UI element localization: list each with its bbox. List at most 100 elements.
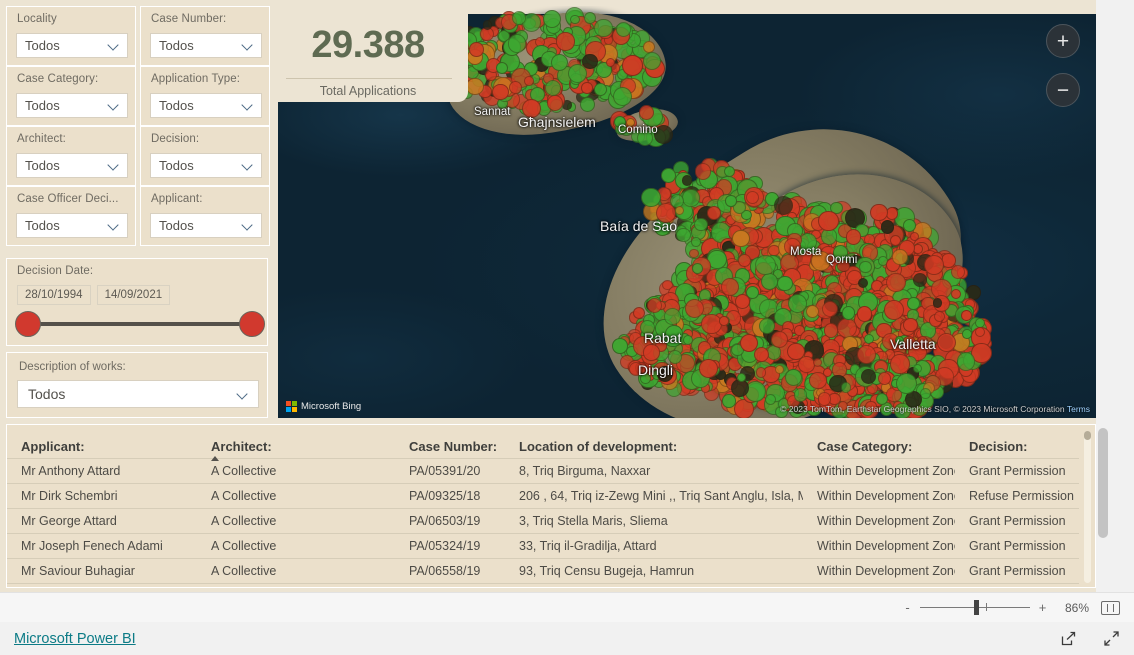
table-row[interactable]: Mr Dirk Schembri A Collective PA/09325/18 2… xyxy=(7,483,1079,509)
map-bubble xyxy=(818,210,839,231)
table-cell: Grant Permission xyxy=(955,558,1079,584)
column-header[interactable]: Architect: xyxy=(197,425,395,461)
table-cell: Mr Dirk Schembri xyxy=(7,483,197,509)
map-bubble xyxy=(903,317,918,332)
share-icon[interactable] xyxy=(1060,630,1077,647)
table-cell: A Collective xyxy=(197,533,395,559)
date-end-field[interactable]: 14/09/2021 xyxy=(96,285,171,305)
chevron-down-icon xyxy=(242,100,253,111)
map-bubble xyxy=(961,310,973,321)
chevron-down-icon xyxy=(242,160,253,171)
slicer-dropdown[interactable]: Todos xyxy=(16,33,128,58)
map-bubble xyxy=(811,251,831,271)
table-cell: Mr Steve Schembri xyxy=(7,583,197,587)
column-header[interactable]: Location of development: xyxy=(505,425,803,459)
column-header[interactable]: Case Category: xyxy=(803,425,955,459)
map-bubble xyxy=(725,195,737,207)
map-terms-link[interactable]: Terms xyxy=(1067,404,1090,414)
slicer-dropdown[interactable]: Todos xyxy=(16,213,128,238)
table-cell: 3, Triq Stella Maris, Sliema xyxy=(505,508,803,534)
map-bubble xyxy=(924,254,945,275)
zoom-control[interactable]: - + 86% xyxy=(903,600,1089,615)
zoom-out-label[interactable]: - xyxy=(903,600,912,615)
map-bubble xyxy=(469,42,484,58)
map-bubble xyxy=(699,359,719,378)
table-cell: 206 , 64, Triq iz-Zewg Mini ,, Triq Sant… xyxy=(505,483,803,509)
table-cell: Within Development Zone xyxy=(803,458,955,484)
table-row[interactable]: Mr Steve SchembriA CollectivePA/02308/19… xyxy=(7,583,1079,587)
slicer-dropdown-description[interactable]: Todos xyxy=(17,380,259,408)
table-cell: A Collective xyxy=(197,508,395,534)
slicer-dropdown[interactable]: Todos xyxy=(150,93,262,118)
slicer-decision[interactable]: Decision: Todos xyxy=(140,126,270,186)
zoom-slider[interactable] xyxy=(920,600,1030,615)
page-scrollbar-thumb[interactable] xyxy=(1098,428,1108,538)
table-cell: PA/06503/19 xyxy=(395,508,505,534)
map-bubble xyxy=(787,342,805,361)
date-slider-handle-end[interactable] xyxy=(239,311,265,337)
table-cell: Within Development Zone xyxy=(803,583,955,587)
column-header-label: Case Category: xyxy=(817,439,913,454)
slicer-dropdown[interactable]: Todos xyxy=(16,93,128,118)
zoom-in-label[interactable]: + xyxy=(1038,600,1047,615)
slicer-value: Todos xyxy=(159,218,194,233)
table-cell: PA/05324/19 xyxy=(395,533,505,559)
column-header[interactable]: Decision: xyxy=(955,425,1079,459)
table-scrollbar-thumb[interactable] xyxy=(1084,431,1091,440)
map-bubble xyxy=(681,175,693,186)
table-row[interactable]: Mr Anthony Attard A Collective PA/05391/20… xyxy=(7,458,1079,484)
minus-icon: − xyxy=(1056,78,1070,102)
slicer-dropdown[interactable]: Todos xyxy=(150,213,262,238)
slicer-architect[interactable]: Architect: Todos xyxy=(6,126,136,186)
table-row[interactable]: Mr Saviour Buhagiar A Collective PA/06558/… xyxy=(7,558,1079,584)
zoom-slider-thumb[interactable] xyxy=(974,600,979,615)
bing-label: Microsoft Bing xyxy=(301,401,362,412)
table-row[interactable]: Mr George Attard A Collective PA/06503/19 3… xyxy=(7,508,1079,534)
map-bubble xyxy=(495,61,509,74)
map-bubble xyxy=(556,32,575,51)
map-bubble xyxy=(570,14,580,25)
slicer-case-category[interactable]: Case Category: Todos xyxy=(6,66,136,126)
table-cell: 33, Triq il-Gradilja, Attard xyxy=(505,533,803,559)
column-header[interactable]: Case Number: xyxy=(395,425,505,459)
slicer-case-officer-deci[interactable]: Case Officer Deci... Todos xyxy=(6,186,136,246)
slicer-locality[interactable]: Locality Todos xyxy=(6,6,136,66)
map-bubble xyxy=(612,337,629,354)
map-bubble xyxy=(722,394,736,408)
fullscreen-icon[interactable] xyxy=(1103,630,1120,647)
date-slider-handle-start[interactable] xyxy=(15,311,41,337)
power-bi-brand-link[interactable]: Microsoft Power BI xyxy=(14,631,136,647)
table-scrollbar[interactable] xyxy=(1084,431,1091,583)
slicer-value: Todos xyxy=(159,158,194,173)
map-bubble xyxy=(736,372,747,383)
kpi-value: 29.388 xyxy=(311,24,425,66)
map-bubble xyxy=(625,118,635,128)
page-scrollbar[interactable] xyxy=(1096,0,1110,592)
table-cell: PA/06558/19 xyxy=(395,558,505,584)
slicer-description-of-works[interactable]: Description of works: Todos xyxy=(6,352,268,418)
slicer-decision-date[interactable]: Decision Date: 28/10/1994 14/09/2021 xyxy=(6,258,268,346)
slicer-dropdown[interactable]: Todos xyxy=(150,153,262,178)
map-bubble xyxy=(580,96,596,112)
slicer-case-number[interactable]: Case Number: Todos xyxy=(140,6,270,66)
table-row[interactable]: Mr Joseph Fenech Adami A Collective PA/053… xyxy=(7,533,1079,559)
table-cell: A Collective xyxy=(197,583,395,587)
column-header[interactable]: Applicant: xyxy=(7,425,197,459)
map-zoom-out-button[interactable]: − xyxy=(1046,73,1080,107)
map-bubble xyxy=(886,272,906,293)
slicer-label: Case Category: xyxy=(17,73,99,85)
map-zoom-in-button[interactable]: + xyxy=(1046,24,1080,58)
slicer-dropdown[interactable]: Todos xyxy=(16,153,128,178)
sort-ascending-icon xyxy=(211,456,219,461)
map-bubble xyxy=(706,206,721,221)
status-bar: - + 86% xyxy=(0,592,1134,622)
slicer-application-type[interactable]: Application Type: Todos xyxy=(140,66,270,126)
date-range-slider[interactable] xyxy=(15,311,265,337)
slicer-dropdown[interactable]: Todos xyxy=(150,33,262,58)
slicer-applicant[interactable]: Applicant: Todos xyxy=(140,186,270,246)
date-start-field[interactable]: 28/10/1994 xyxy=(17,285,91,305)
fit-to-page-icon[interactable] xyxy=(1101,600,1120,615)
applications-table[interactable]: Applicant: Architect: Case Number: Location… xyxy=(6,424,1096,588)
map-bubble xyxy=(933,298,943,308)
map-bubble xyxy=(507,34,527,53)
